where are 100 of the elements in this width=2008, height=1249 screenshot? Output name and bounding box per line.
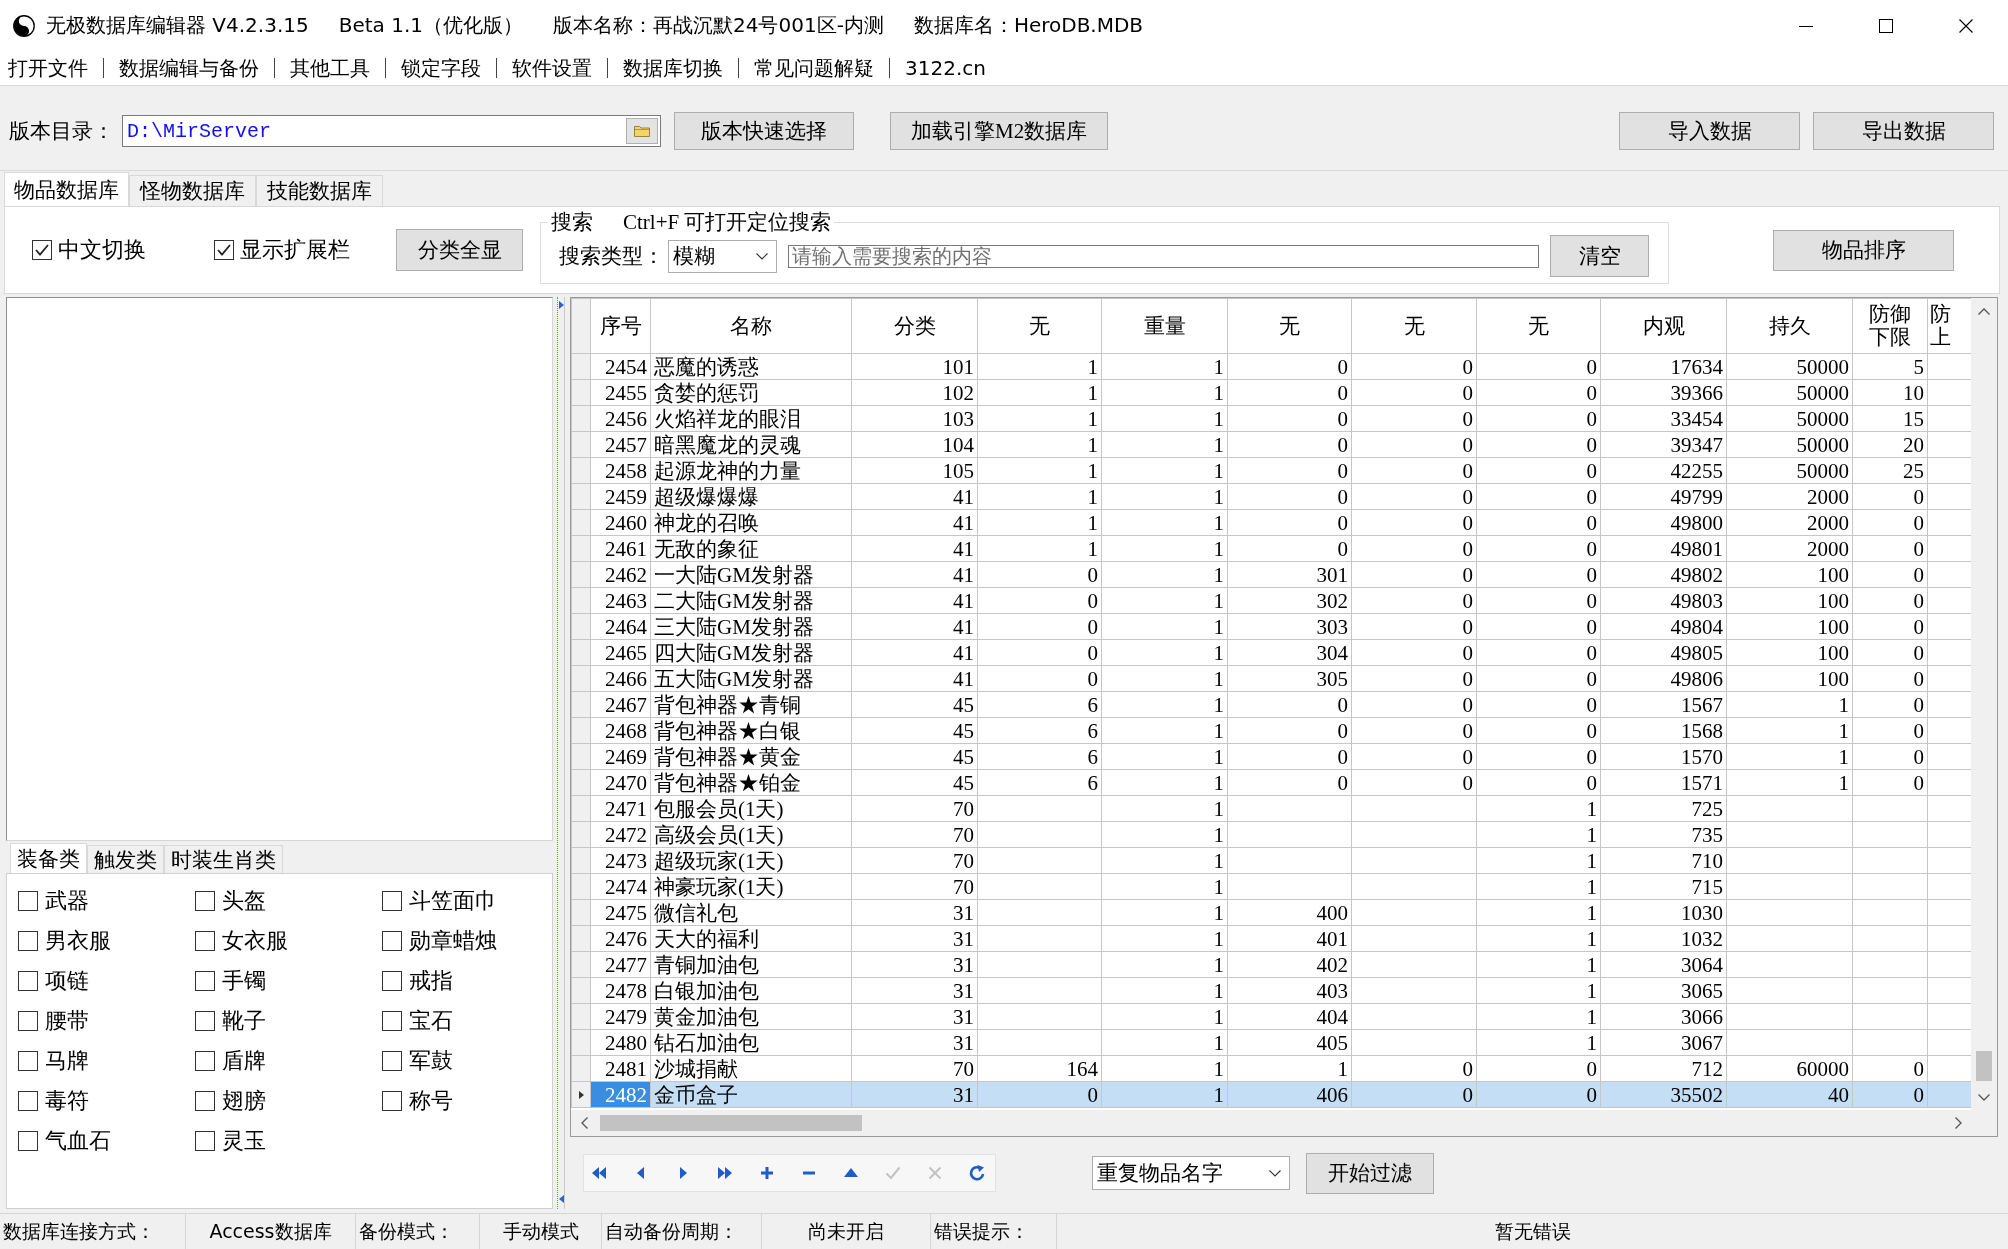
toolbar-button[interactable]: 导出数据: [1813, 112, 1994, 150]
chevron-up-icon[interactable]: [1978, 307, 1990, 315]
column-header[interactable]: 名称: [650, 298, 852, 354]
checkbox[interactable]: [382, 1091, 402, 1111]
checkbox[interactable]: [18, 971, 38, 991]
checkbox-label[interactable]: 军鼓: [409, 1046, 453, 1076]
checkbox-label[interactable]: 宝石: [409, 1006, 453, 1036]
tab[interactable]: 技能数据库: [256, 175, 383, 206]
toolbar-button[interactable]: 加载引擎M2数据库: [890, 112, 1109, 150]
search-field[interactable]: 请输入需要搜索的内容: [788, 244, 1539, 268]
plus-icon[interactable]: [758, 1164, 776, 1182]
table-row[interactable]: 2457 暗黑魔龙的灵魂 104 1 1 0 0 0 39347 50000 20: [571, 431, 1971, 458]
table-row[interactable]: 2454 恶魔的诱惑 101 1 1 0 0 0 17634 50000 5: [571, 353, 1971, 380]
checkbox-label[interactable]: 头盔: [222, 886, 266, 916]
tab[interactable]: 物品数据库: [4, 172, 129, 206]
table-row[interactable]: 2474 神豪玩家(1天) 70 1 1 715: [571, 873, 1971, 900]
tab[interactable]: 怪物数据库: [129, 175, 256, 206]
checkbox[interactable]: [18, 1091, 38, 1111]
checkbox-label[interactable]: 手镯: [222, 966, 266, 996]
checkbox-label[interactable]: 斗笠面巾: [409, 886, 497, 916]
toolbar-button[interactable]: 导入数据: [1619, 112, 1800, 150]
checkbox[interactable]: [18, 891, 38, 911]
table-row[interactable]: 2464 三大陆GM发射器 41 0 1 303 0 0 49804 100 0: [571, 613, 1971, 640]
checkbox-label[interactable]: 靴子: [222, 1006, 266, 1036]
checkbox[interactable]: [195, 971, 215, 991]
toolbar-button[interactable]: 版本快速选择: [674, 112, 854, 150]
column-header[interactable]: 防上: [1927, 298, 1971, 354]
table-row[interactable]: 2462 一大陆GM发射器 41 0 1 301 0 0 49802 100 0: [571, 561, 1971, 588]
checkbox[interactable]: [18, 1011, 38, 1031]
checkbox[interactable]: [195, 931, 215, 951]
browse-button[interactable]: [626, 118, 658, 144]
table-row[interactable]: 2467 背包神器★青铜 45 6 1 0 0 0 1567 1 0: [571, 691, 1971, 718]
menu-item[interactable]: 3122.cn: [890, 55, 1001, 81]
table-row[interactable]: 2459 超级爆爆爆 41 1 1 0 0 0 49799 2000 0: [571, 483, 1971, 510]
table-row[interactable]: 2473 超级玩家(1天) 70 1 1 710: [571, 847, 1971, 874]
column-header[interactable]: 重量: [1101, 298, 1228, 354]
column-header[interactable]: 序号: [590, 298, 651, 354]
checkbox[interactable]: [382, 1011, 402, 1031]
checkbox[interactable]: [18, 1131, 38, 1151]
table-row[interactable]: 2475 微信礼包 31 1 400 1 1030: [571, 899, 1971, 926]
table-row[interactable]: 2466 五大陆GM发射器 41 0 1 305 0 0 49806 100 0: [571, 665, 1971, 692]
menu-item[interactable]: 打开文件: [0, 55, 103, 81]
refresh-icon[interactable]: [968, 1164, 986, 1182]
checkbox-label[interactable]: 戒指: [409, 966, 453, 996]
tab[interactable]: 触发类: [87, 845, 164, 873]
checkbox[interactable]: [382, 931, 402, 951]
checkbox[interactable]: [382, 1051, 402, 1071]
checkbox[interactable]: [32, 240, 52, 260]
table-row[interactable]: 2478 白银加油包 31 1 403 1 3065: [571, 977, 1971, 1004]
menu-item[interactable]: 锁定字段: [386, 55, 496, 81]
chevron-right-icon[interactable]: [1954, 1117, 1962, 1129]
checkbox[interactable]: [195, 1131, 215, 1151]
checkbox[interactable]: [382, 891, 402, 911]
checkbox[interactable]: [214, 240, 234, 260]
checkbox[interactable]: [18, 1051, 38, 1071]
chevron-down-icon[interactable]: [1978, 1093, 1990, 1101]
filter-dropdown[interactable]: 重复物品名字: [1092, 1156, 1290, 1190]
double-right-arrow-icon[interactable]: [716, 1164, 734, 1182]
column-header[interactable]: 持久: [1726, 298, 1853, 354]
table-row[interactable]: 2477 青铜加油包 31 1 402 1 3064: [571, 951, 1971, 978]
filter-button[interactable]: 开始过滤: [1306, 1152, 1434, 1194]
checkbox[interactable]: [195, 1051, 215, 1071]
menu-item[interactable]: 数据库切换: [608, 55, 738, 81]
checkbox-label[interactable]: 武器: [45, 886, 89, 916]
clear-button[interactable]: 清空: [1550, 235, 1649, 277]
checkbox-label[interactable]: 称号: [409, 1086, 453, 1116]
splitter-bar[interactable]: [557, 297, 565, 1209]
checkbox-label[interactable]: 男衣服: [45, 926, 111, 956]
checkbox-label[interactable]: 项链: [45, 966, 89, 996]
checkbox-label[interactable]: 勋章蜡烛: [409, 926, 497, 956]
column-header[interactable]: 无: [977, 298, 1102, 354]
close-icon[interactable]: [1959, 18, 1973, 33]
column-header[interactable]: 分类: [851, 298, 978, 354]
menu-item[interactable]: 软件设置: [497, 55, 607, 81]
menu-item[interactable]: 其他工具: [275, 55, 385, 81]
table-row[interactable]: 2469 背包神器★黄金 45 6 1 0 0 0 1570 1 0: [571, 743, 1971, 770]
search-type-dropdown[interactable]: 模糊: [668, 239, 777, 273]
checkbox-label[interactable]: 腰带: [45, 1006, 89, 1036]
show-all-button[interactable]: 分类全显: [396, 229, 523, 271]
table-row[interactable]: 2479 黄金加油包 31 1 404 1 3066: [571, 1003, 1971, 1030]
table-row[interactable]: 2460 神龙的召唤 41 1 1 0 0 0 49800 2000 0: [571, 509, 1971, 536]
table-row[interactable]: 2455 贪婪的惩罚 102 1 1 0 0 0 39366 50000 10: [571, 379, 1971, 406]
table-row[interactable]: 2482 金币盒子 31 0 1 406 0 0 35502 40 0: [571, 1081, 1971, 1108]
tab[interactable]: 装备类: [10, 843, 87, 873]
double-left-arrow-icon[interactable]: [590, 1164, 608, 1182]
scrollbar-thumb[interactable]: [600, 1115, 862, 1131]
directory-field[interactable]: D:\MirServer: [122, 115, 661, 147]
checkbox[interactable]: [382, 971, 402, 991]
checkbox-label[interactable]: 显示扩展栏: [240, 235, 350, 265]
checkbox-label[interactable]: 翅膀: [222, 1086, 266, 1116]
checkbox-label[interactable]: 灵玉: [222, 1126, 266, 1156]
sort-button[interactable]: 物品排序: [1773, 229, 1954, 271]
table-row[interactable]: 2458 起源龙神的力量 105 1 1 0 0 0 42255 50000 25: [571, 457, 1971, 484]
table-row[interactable]: 2468 背包神器★白银 45 6 1 0 0 0 1568 1 0: [571, 717, 1971, 744]
menu-item[interactable]: 常见问题解疑: [739, 55, 889, 81]
table-row[interactable]: 2463 二大陆GM发射器 41 0 1 302 0 0 49803 100 0: [571, 587, 1971, 614]
table-row[interactable]: 2480 钻石加油包 31 1 405 1 3067: [571, 1029, 1971, 1056]
checkbox[interactable]: [195, 1011, 215, 1031]
table-row[interactable]: 2465 四大陆GM发射器 41 0 1 304 0 0 49805 100 0: [571, 639, 1971, 666]
table-row[interactable]: 2470 背包神器★铂金 45 6 1 0 0 0 1571 1 0: [571, 769, 1971, 796]
